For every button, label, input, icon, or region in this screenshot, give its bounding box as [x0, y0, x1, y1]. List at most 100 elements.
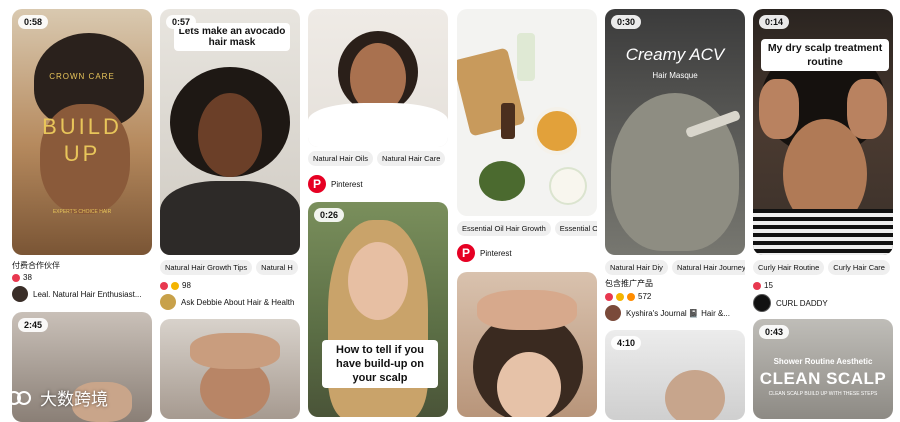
tag-row: Curly Hair Routine Curly Hair Care — [753, 260, 893, 275]
heart-icon — [160, 281, 168, 290]
pin-clean-scalp-video[interactable]: Shower Routine Aesthetic CLEAN SCALP CLE… — [753, 319, 893, 419]
pin-acv-masque-video[interactable]: Creamy ACV Hair Masque 0:30 — [605, 9, 745, 255]
source-name: Pinterest — [480, 248, 512, 258]
author-name: CURL DADDY — [776, 298, 828, 308]
avatar — [605, 305, 621, 321]
reactions: 572 — [605, 292, 651, 301]
overlay-kicker: Shower Routine Aesthetic — [773, 357, 873, 366]
smile-icon — [616, 292, 624, 301]
tag-chip[interactable]: Essential O — [554, 221, 597, 236]
video-duration: 4:10 — [611, 336, 642, 350]
watermark-logo-icon — [7, 390, 31, 405]
video-duration: 0:43 — [759, 325, 790, 339]
video-duration: 0:57 — [166, 15, 197, 29]
pin-essential-oils[interactable] — [457, 9, 597, 216]
video-duration: 0:30 — [611, 15, 642, 29]
pin-buildup-scalp-video[interactable]: How to tell if you have build-up on your… — [308, 202, 448, 417]
author-row[interactable]: Kyshira's Journal 📓 Hair &... — [605, 305, 745, 321]
pin-build-up-video[interactable]: CROWN CARE BUILD UP EXPERT'S CHOICE HAIR… — [12, 9, 152, 255]
honey-bowl-shape — [533, 107, 581, 155]
shirt-shape — [160, 181, 300, 255]
video-caption: How to tell if you have build-up on your… — [322, 340, 438, 388]
tag-chip[interactable]: Curly Hair Care — [828, 260, 890, 275]
video-duration: 0:58 — [18, 15, 49, 29]
avocado-shape — [479, 161, 525, 201]
overlay-title: Creamy ACV — [625, 45, 725, 64]
heart-icon — [753, 281, 761, 290]
pin-title: 包含推广产品 — [605, 279, 653, 288]
tag-row: Natural Hair Oils Natural Hair Care › — [308, 151, 448, 166]
pinterest-logo-icon: P — [457, 244, 475, 262]
pin-hair-oils[interactable] — [308, 9, 448, 147]
pin-avocado-mask-video[interactable]: Lets make an avocado hair mask 0:57 — [160, 9, 300, 255]
pin-video-4-10[interactable]: 4:10 — [605, 330, 745, 420]
video-caption: My dry scalp treatment routine — [761, 39, 889, 71]
reactions: 15 — [753, 281, 773, 290]
overlay-title: CLEAN SCALP — [759, 369, 887, 388]
avatar — [160, 294, 176, 310]
video-duration: 0:14 — [759, 15, 790, 29]
shirt-shape — [753, 209, 893, 255]
author-name: Leal. Natural Hair Enthusiast... — [33, 289, 142, 299]
overlay-subtitle: Hair Masque — [652, 71, 698, 80]
video-duration: 0:26 — [314, 208, 345, 222]
reaction-count: 572 — [638, 292, 652, 301]
face-shape — [665, 370, 725, 420]
pin-scalp-part[interactable] — [457, 272, 597, 417]
tag-chip[interactable]: Natural Hair Journey — [671, 260, 745, 275]
overlay-up: UP — [63, 141, 101, 166]
reactions: 38 — [12, 273, 32, 282]
author-row[interactable]: CURL DADDY — [753, 294, 893, 312]
pin-title: 付费合作伙伴 — [12, 261, 60, 270]
heart-icon — [605, 292, 613, 301]
robe-shape — [308, 103, 448, 147]
tag-row: Natural Hair Diy Natural Hair Journey — [605, 260, 745, 275]
source-name: Pinterest — [331, 179, 363, 189]
tag-chip[interactable]: Natural Hair Growth Tips — [160, 260, 253, 275]
tag-row: Essential Oil Hair Growth Essential O › — [457, 221, 597, 236]
reaction-count: 15 — [764, 281, 773, 290]
overlay-build: BUILD — [42, 114, 122, 139]
tag-chip[interactable]: Curly Hair Routine — [753, 260, 825, 275]
pinterest-logo-icon: P — [308, 175, 326, 193]
pin-dry-scalp-video[interactable]: My dry scalp treatment routine 0:14 — [753, 9, 893, 255]
avatar — [753, 294, 771, 312]
reaction-count: 38 — [23, 273, 32, 282]
face-shape — [348, 242, 408, 320]
dropper-bottle-shape — [501, 103, 515, 139]
avatar — [12, 286, 28, 302]
tag-chip[interactable]: Natural Hair Diy — [605, 260, 668, 275]
hand-shape — [477, 290, 577, 330]
comb-shape — [457, 47, 526, 137]
video-duration: 2:45 — [18, 318, 49, 332]
overlay-small-text: EXPERT'S CHOICE HAIR — [52, 209, 112, 215]
reaction-count: 98 — [182, 281, 191, 290]
hand-shape — [847, 79, 887, 139]
watermark-text: 大数跨境 — [40, 390, 108, 409]
tag-chip[interactable]: Essential Oil Hair Growth — [457, 221, 551, 236]
hand-shape — [759, 79, 799, 139]
overlay-brand: CROWN CARE — [49, 72, 115, 81]
pin-scalp-massage[interactable] — [160, 319, 300, 419]
tag-chip[interactable]: Natural Hair Oils — [308, 151, 374, 166]
author-row[interactable]: Ask Debbie About Hair & Health — [160, 294, 300, 310]
source-row[interactable]: P Pinterest — [308, 175, 448, 193]
overlay-subtitle: CLEAN SCALP BUILD UP WITH THESE STEPS — [768, 391, 878, 397]
reactions: 98 — [160, 281, 191, 290]
face-shape — [497, 352, 561, 417]
watermark: 大数跨境 — [6, 385, 108, 410]
face-shape — [198, 93, 262, 177]
hand-shape — [190, 333, 280, 369]
tag-chip[interactable]: Natural H — [256, 260, 298, 275]
tag-chip[interactable]: Natural Hair Care — [377, 151, 446, 166]
smile-icon — [171, 281, 179, 290]
tag-row: Natural Hair Growth Tips Natural H › — [160, 260, 300, 275]
wow-icon — [627, 292, 635, 301]
oil-bottle-shape — [517, 33, 535, 81]
heart-icon — [12, 273, 20, 282]
author-name: Ask Debbie About Hair & Health — [181, 297, 295, 307]
flower-shape — [551, 169, 585, 203]
author-name: Kyshira's Journal 📓 Hair &... — [626, 308, 730, 318]
source-row[interactable]: P Pinterest — [457, 244, 597, 262]
author-row[interactable]: Leal. Natural Hair Enthusiast... — [12, 286, 152, 302]
